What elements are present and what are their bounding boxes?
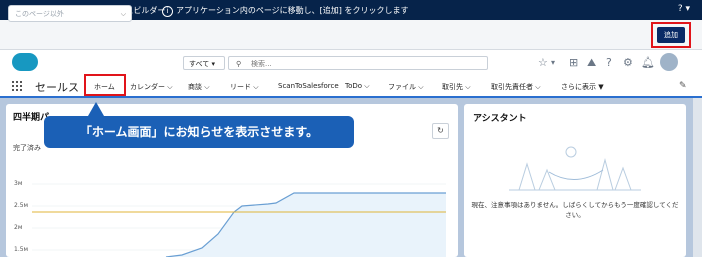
- builder-toolbar: [0, 20, 702, 50]
- search-icon: ⚲: [236, 60, 242, 68]
- nav-item-scantosalesforce[interactable]: ScanToSalesforce: [278, 82, 339, 90]
- global-actions-icon[interactable]: ⊞: [569, 56, 578, 69]
- info-icon: i: [162, 6, 173, 17]
- favorites-menu-icon[interactable]: ▾: [551, 58, 555, 67]
- nav-item-more[interactable]: さらに表示 ▼: [561, 82, 604, 92]
- help-icon[interactable]: ?: [606, 56, 612, 69]
- page-scrollbar[interactable]: [693, 98, 702, 257]
- trailhead-icon[interactable]: ⛰: [587, 56, 596, 70]
- salesforce-logo[interactable]: [12, 53, 38, 71]
- add-button[interactable]: 追加: [657, 27, 685, 43]
- app-launcher-icon[interactable]: [12, 81, 22, 91]
- guidance-callout: 「ホーム画面」にお知らせを表示させます。: [44, 116, 354, 148]
- y-tick-label: 1.5м: [14, 246, 29, 253]
- guidance-instruction: i アプリケーション内のページに移動し、[追加] をクリックします: [162, 5, 408, 17]
- app-name: セールス: [35, 81, 79, 94]
- help-menu-button[interactable]: ? ▾: [678, 4, 690, 14]
- empty-state-illustration: [509, 146, 641, 191]
- nav-item-leads[interactable]: リード ⌵: [230, 82, 259, 92]
- search-scope-select[interactable]: すべて ▾: [183, 56, 225, 70]
- chevron-down-icon: ⌵: [120, 10, 126, 18]
- performance-chart: [32, 183, 446, 257]
- nav-item-calendar[interactable]: カレンダー ⌵: [130, 82, 173, 92]
- page-filter-select[interactable]: このページ以外 ⌵: [8, 5, 132, 22]
- nav-item-contacts[interactable]: 取引先責任者 ⌵: [491, 82, 541, 92]
- y-tick-label: 2м: [14, 224, 23, 231]
- gear-icon[interactable]: ⚙: [623, 56, 633, 69]
- status-label: 完了済み: [13, 144, 41, 152]
- caret-down-icon: ▾: [211, 60, 215, 68]
- favorites-star-icon[interactable]: ☆: [538, 56, 548, 69]
- assistant-title: アシスタント: [473, 114, 527, 124]
- nav-item-todo[interactable]: ToDo ⌵: [345, 82, 370, 91]
- refresh-icon[interactable]: ↻: [432, 123, 449, 139]
- y-tick-label: 2.5м: [14, 202, 29, 209]
- global-search-input[interactable]: ⚲ 検索...: [228, 56, 488, 70]
- edit-nav-pencil-icon[interactable]: ✎: [679, 81, 687, 91]
- bell-icon[interactable]: 🔔︎: [641, 56, 655, 69]
- avatar[interactable]: [660, 53, 678, 71]
- actual-area: [166, 193, 446, 257]
- assistant-empty-message: 現在、注意事項はありません。しばらくしてからもう一度確認してください。: [471, 201, 679, 219]
- highlight-frame-home: [84, 74, 126, 96]
- nav-item-accounts[interactable]: 取引先 ⌵: [442, 82, 471, 92]
- nav-item-opportunities[interactable]: 商談 ⌵: [188, 82, 210, 92]
- nav-item-files[interactable]: ファイル ⌵: [388, 82, 424, 92]
- y-tick-label: 3м: [14, 180, 23, 187]
- callout-pointer: [88, 102, 104, 116]
